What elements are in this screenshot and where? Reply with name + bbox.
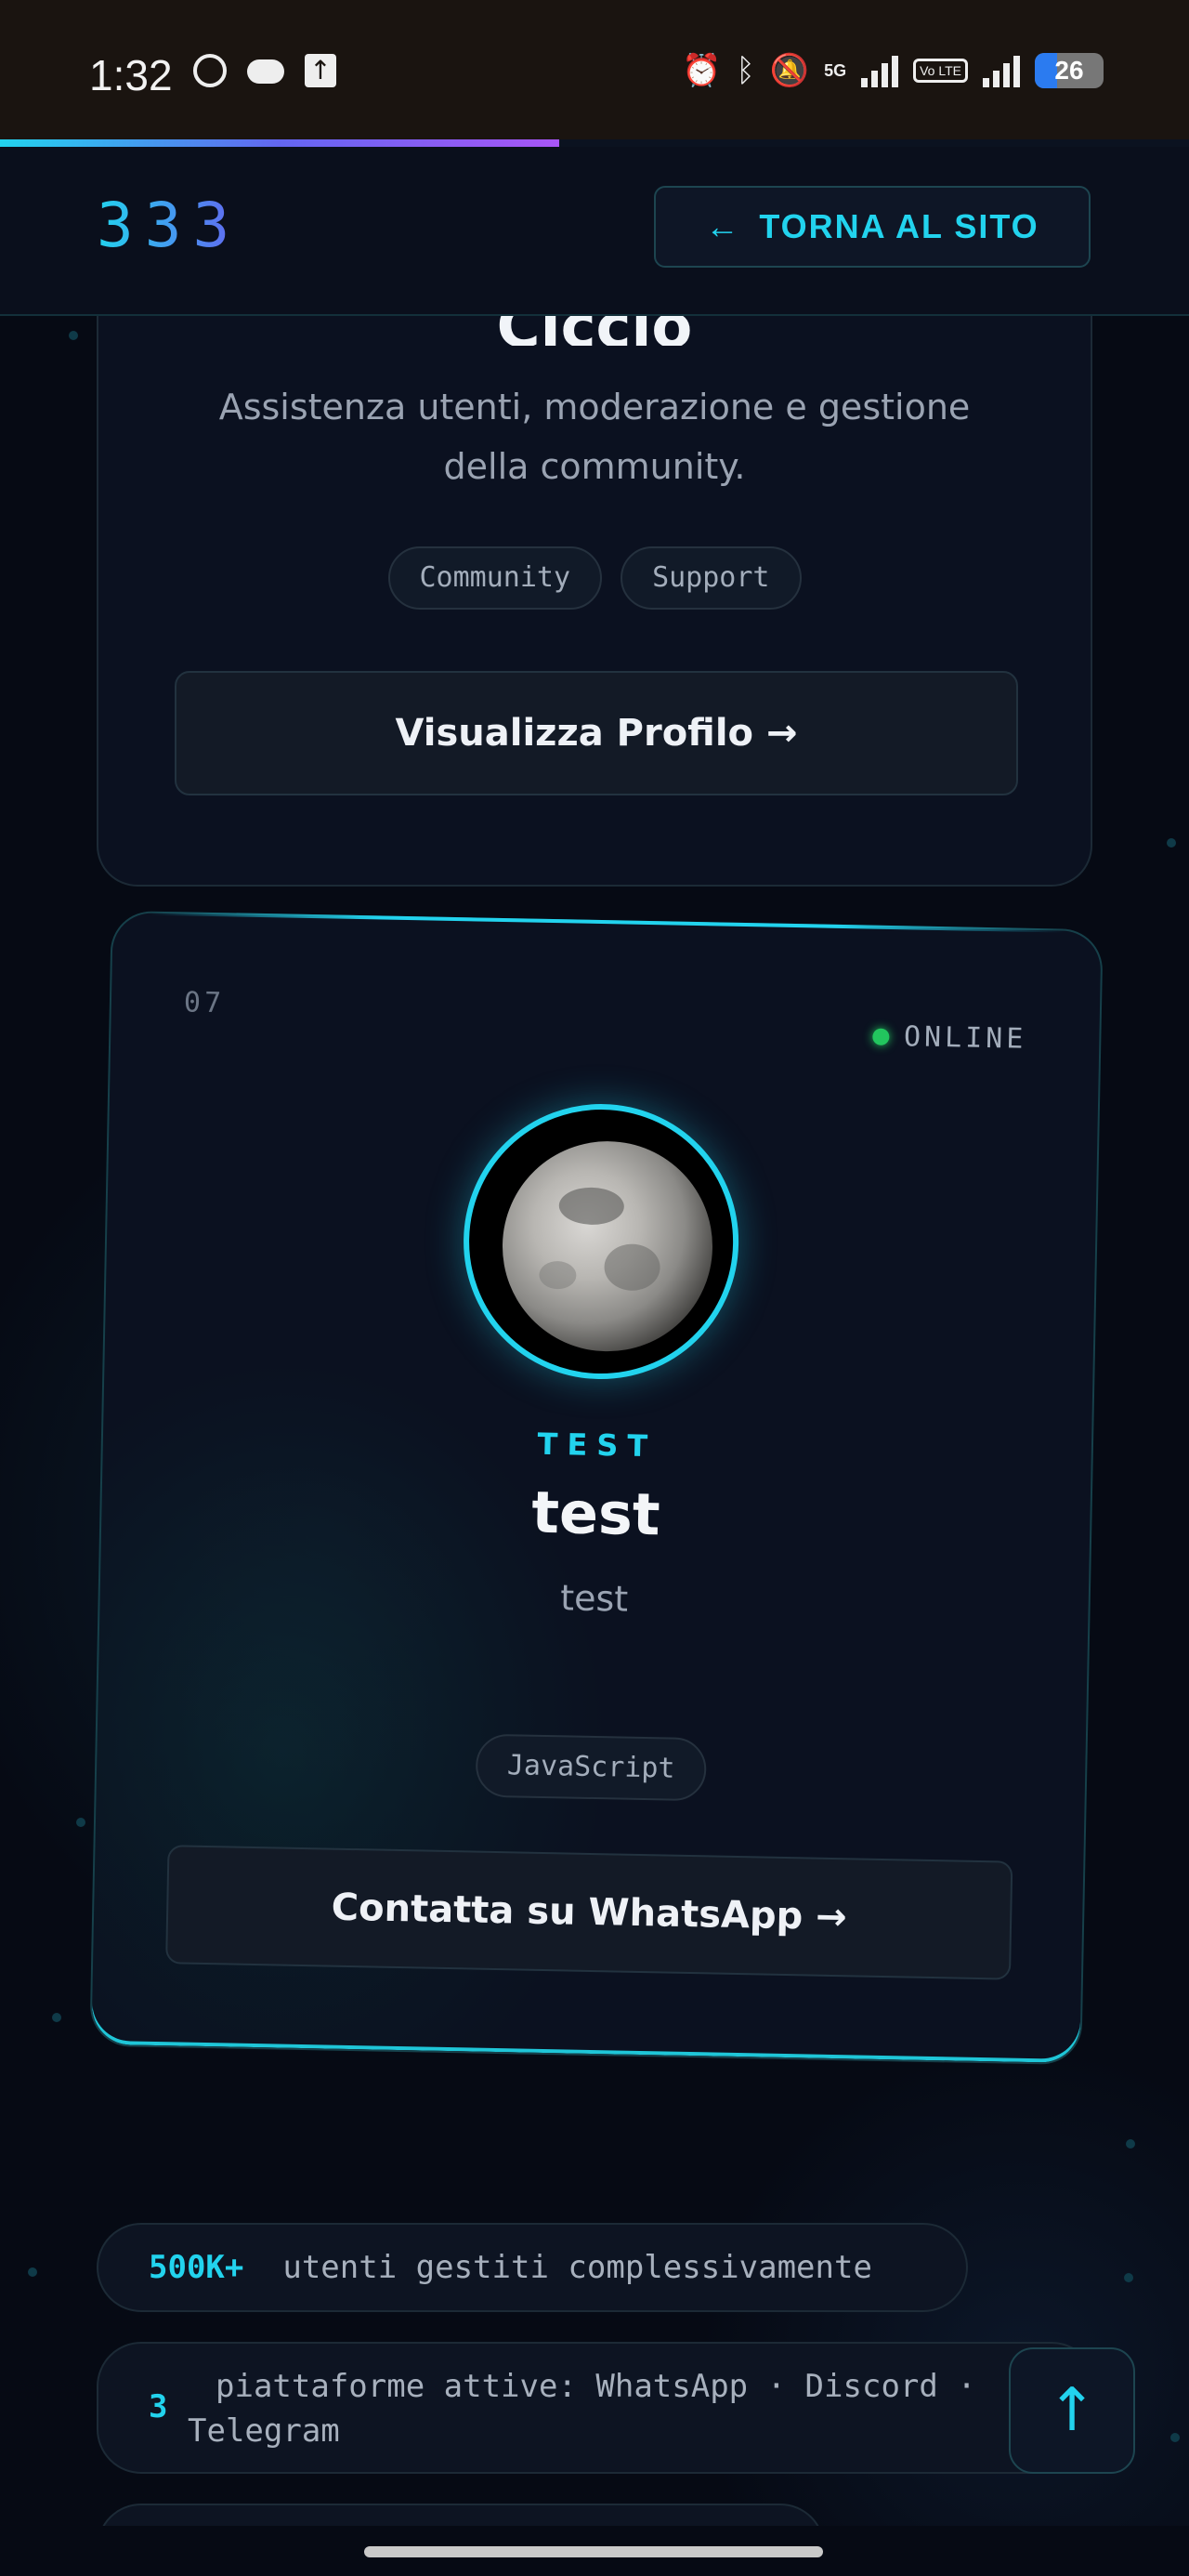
scroll-progress	[0, 139, 1189, 147]
team-card: 07 ONLINE TEST test test JavaScript Cont…	[89, 910, 1104, 2066]
member-role: TEST	[537, 1426, 658, 1465]
tag-list: JavaScript	[97, 1727, 1086, 1808]
member-name: test	[530, 1478, 661, 1549]
contact-whatsapp-button[interactable]: Contatta su WhatsApp →	[165, 1845, 1013, 1980]
team-card: Ciccio Assistenza utenti, moderazione e …	[97, 223, 1092, 887]
tag: Community	[387, 546, 603, 610]
bluetooth-icon: ᛒ	[736, 52, 755, 89]
tag: JavaScript	[475, 1733, 708, 1802]
whatsapp-icon	[193, 54, 227, 87]
stat-label: utenti gestiti complessivamente	[282, 2249, 872, 2286]
stat-value: 500K+	[149, 2249, 244, 2286]
tag-list: Community Support	[98, 546, 1091, 610]
view-profile-button[interactable]: Visualizza Profilo →	[175, 671, 1018, 795]
status-label: ONLINE	[903, 1020, 1027, 1056]
site-header: 333 ← TORNA AL SITO	[0, 147, 1189, 316]
stat-value: 3	[149, 2388, 168, 2425]
network-type: 5G	[824, 60, 847, 80]
stat-label: piattaforme attive: WhatsApp · Discord ·…	[188, 2368, 976, 2450]
member-description: Assistenza utenti, moderazione e gestion…	[218, 387, 971, 487]
moon-image	[500, 1139, 715, 1354]
status-indicator: ONLINE	[871, 1020, 1027, 1056]
upload-icon: ↑	[305, 54, 336, 87]
cloud-icon	[247, 59, 284, 84]
battery-icon: 26	[1035, 53, 1104, 88]
status-bar: 1:32 ↑ ⏰ ᛒ 🔕 5G Vo LTE 26	[0, 0, 1189, 141]
back-to-top-button[interactable]: ↑	[1009, 2347, 1135, 2474]
home-indicator[interactable]	[364, 2546, 823, 2557]
stat-pill: 500K+ utenti gestiti complessivamente	[97, 2223, 968, 2312]
signal-icon	[861, 54, 899, 87]
online-dot-icon	[871, 1028, 890, 1045]
status-time: 1:32	[89, 51, 173, 99]
avatar	[461, 1101, 741, 1382]
back-to-site-button[interactable]: ← TORNA AL SITO	[654, 186, 1091, 268]
arrow-left-icon: ←	[705, 207, 741, 245]
battery-level: 26	[1054, 56, 1084, 85]
mute-icon: 🔕	[769, 52, 810, 89]
signal-icon	[983, 54, 1020, 87]
arrow-up-icon: ↑	[1047, 2376, 1097, 2445]
tag: Support	[621, 546, 802, 610]
scroll-progress-fill	[0, 139, 559, 147]
back-to-site-label: TORNA AL SITO	[759, 207, 1039, 245]
volte-badge: Vo LTE	[913, 59, 968, 83]
alarm-icon: ⏰	[682, 52, 722, 89]
member-description: test	[559, 1577, 629, 1620]
card-number: 07	[183, 986, 226, 1020]
logo[interactable]: 333	[97, 190, 241, 261]
stat-pill: 3 piattaforme attive: WhatsApp · Discord…	[97, 2342, 1096, 2474]
